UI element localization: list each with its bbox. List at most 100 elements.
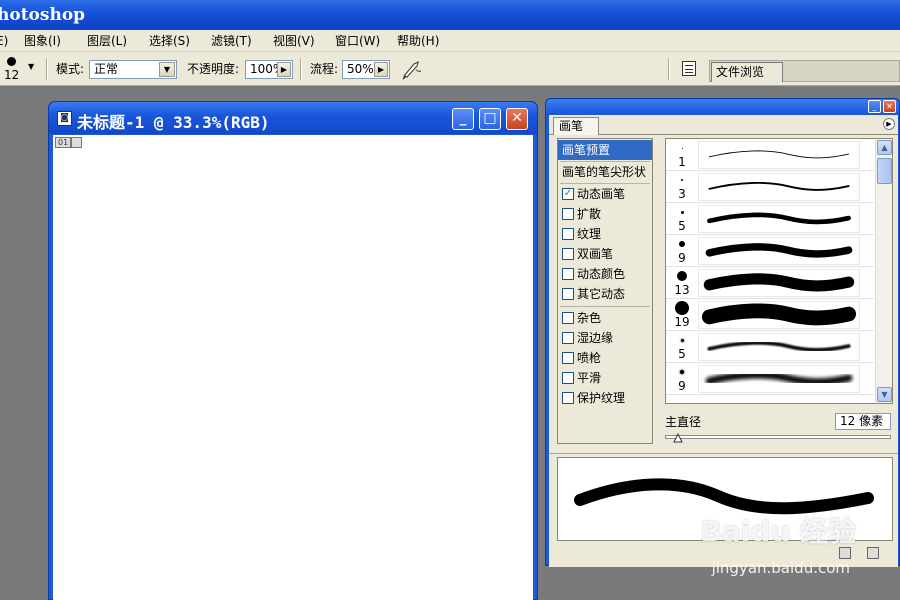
document-title-bar[interactable]: ◙ 未标题-1 @ 33.3%(RGB) _ □ ✕ bbox=[49, 102, 537, 134]
brush-stroke-sample bbox=[698, 205, 860, 233]
checkbox[interactable] bbox=[562, 228, 574, 240]
brushes-panel-title-bar[interactable]: _ ✕ bbox=[546, 99, 899, 114]
diameter-slider-track[interactable] bbox=[665, 435, 891, 439]
close-button[interactable]: ✕ bbox=[506, 108, 528, 130]
brush-stroke-sample bbox=[698, 365, 860, 393]
checkbox[interactable] bbox=[562, 248, 574, 260]
checkbox[interactable] bbox=[562, 268, 574, 280]
panel-menu-icon[interactable]: ▶ bbox=[883, 118, 895, 130]
minimize-button[interactable]: _ bbox=[452, 108, 474, 130]
mode-label: 模式: bbox=[56, 62, 85, 76]
tab-file-browser[interactable]: 文件浏览 bbox=[711, 62, 783, 82]
separator bbox=[668, 58, 670, 80]
brush-tip-icon bbox=[680, 338, 684, 342]
checkbox[interactable] bbox=[562, 208, 574, 220]
airbrush-icon[interactable] bbox=[400, 58, 424, 80]
document-canvas[interactable]: 01 bbox=[53, 135, 533, 600]
brush-preset-row[interactable]: 1 bbox=[666, 139, 874, 171]
menu-edit[interactable]: E) bbox=[0, 33, 8, 49]
menu-layer[interactable]: 图层(L) bbox=[87, 33, 127, 49]
brush-tip-icon bbox=[681, 147, 683, 149]
panel-close-button[interactable]: ✕ bbox=[883, 100, 896, 113]
sidebar-item-dual-brush[interactable]: 双画笔 bbox=[558, 244, 652, 264]
scroll-down-icon[interactable]: ▼ bbox=[877, 387, 892, 402]
panel-minimize-button[interactable]: _ bbox=[868, 100, 881, 113]
dropdown-arrow-icon: ▼ bbox=[28, 62, 35, 71]
mode-select[interactable]: 正常 ▼ bbox=[89, 60, 177, 79]
checkbox[interactable] bbox=[562, 392, 574, 404]
checkbox[interactable] bbox=[562, 332, 574, 344]
sidebar-item-noise[interactable]: 杂色 bbox=[558, 308, 652, 328]
brush-preset-row[interactable]: 9 bbox=[666, 235, 874, 267]
brush-picker[interactable]: 12 ▼ bbox=[2, 55, 42, 83]
menu-help[interactable]: 帮助(H) bbox=[397, 33, 439, 49]
brush-stroke-sample bbox=[698, 301, 860, 329]
menu-select[interactable]: 选择(S) bbox=[149, 33, 190, 49]
brush-tip-icon bbox=[677, 271, 687, 281]
sidebar-item-protect-texture[interactable]: 保护纹理 bbox=[558, 388, 652, 408]
brush-tip-icon bbox=[680, 210, 684, 214]
sidebar-item-brush-tip-shape[interactable]: 画笔的笔尖形状 bbox=[558, 162, 652, 182]
sidebar-item-label: 湿边缘 bbox=[577, 331, 614, 345]
sidebar-item-label: 画笔的笔尖形状 bbox=[562, 165, 647, 179]
brushes-panel[interactable]: _ ✕ 画笔 ▶ 画笔预置 画笔的笔尖形状 ✓ 动态画笔 扩散 纹理 双画笔 动态… bbox=[545, 98, 900, 567]
presets-scrollbar[interactable]: ▲ ▼ bbox=[875, 139, 892, 403]
sidebar-item-wet-edges[interactable]: 湿边缘 bbox=[558, 328, 652, 348]
brush-preset-row[interactable]: 3 bbox=[666, 171, 874, 203]
sidebar-item-label: 杂色 bbox=[577, 311, 602, 325]
chevron-right-icon[interactable]: ▶ bbox=[374, 62, 388, 77]
chevron-down-icon[interactable]: ▼ bbox=[159, 62, 175, 77]
maximize-button[interactable]: □ bbox=[479, 108, 501, 130]
menu-filter[interactable]: 滤镜(T) bbox=[211, 33, 252, 49]
app-title: hotoshop bbox=[0, 5, 86, 25]
checkbox[interactable] bbox=[562, 288, 574, 300]
master-diameter-field[interactable]: 12 像素 bbox=[835, 413, 891, 430]
checkbox-checked[interactable]: ✓ bbox=[562, 188, 574, 200]
tab-brushes[interactable]: 画笔 bbox=[553, 117, 599, 135]
brush-preset-row[interactable]: 13 bbox=[666, 267, 874, 299]
sidebar-item-shape-dynamics[interactable]: ✓ 动态画笔 bbox=[558, 184, 652, 204]
app-title-bar: hotoshop bbox=[0, 0, 900, 30]
sidebar-item-label: 动态画笔 bbox=[577, 187, 626, 201]
sidebar-item-other-dynamics[interactable]: 其它动态 bbox=[558, 284, 652, 304]
brush-size-label: 12 bbox=[4, 68, 20, 82]
brush-preset-row[interactable]: 5 bbox=[666, 203, 874, 235]
sidebar-item-texture[interactable]: 纹理 bbox=[558, 224, 652, 244]
menu-bar: E) 图象(I) 图层(L) 选择(S) 滤镜(T) 视图(V) 窗口(W) 帮… bbox=[0, 30, 900, 52]
menu-image[interactable]: 图象(I) bbox=[24, 33, 61, 49]
brush-size-label: 1 bbox=[678, 155, 686, 169]
sidebar-item-smoothing[interactable]: 平滑 bbox=[558, 368, 652, 388]
brush-preset-row[interactable]: 9 bbox=[666, 363, 874, 395]
brush-size-label: 5 bbox=[678, 219, 686, 233]
brush-tip-icon bbox=[681, 179, 683, 181]
brush-presets-list[interactable]: 9 5 19 13 9 5 3 1 ▲ ▼ bbox=[665, 138, 893, 404]
sidebar-item-airbrush[interactable]: 喷枪 bbox=[558, 348, 652, 368]
checkbox[interactable] bbox=[562, 372, 574, 384]
checkbox[interactable] bbox=[562, 312, 574, 324]
diameter-slider-knob[interactable] bbox=[672, 433, 683, 443]
sidebar-item-label: 扩散 bbox=[577, 207, 602, 221]
sidebar-item-scattering[interactable]: 扩散 bbox=[558, 204, 652, 224]
menu-window[interactable]: 窗口(W) bbox=[335, 33, 380, 49]
opacity-field[interactable]: 100% ▶ bbox=[245, 60, 293, 79]
scroll-up-icon[interactable]: ▲ bbox=[877, 140, 892, 155]
menu-view[interactable]: 视图(V) bbox=[273, 33, 315, 49]
separator bbox=[46, 58, 48, 80]
master-diameter-label: 主直径 bbox=[665, 415, 702, 429]
flow-value: 50% bbox=[347, 62, 374, 76]
chevron-right-icon[interactable]: ▶ bbox=[277, 62, 291, 77]
brush-settings-list: 画笔预置 画笔的笔尖形状 ✓ 动态画笔 扩散 纹理 双画笔 动态颜色 其它动态 杂… bbox=[557, 138, 653, 444]
brush-preset-row[interactable]: 5 bbox=[666, 331, 874, 363]
document-window[interactable]: ◙ 未标题-1 @ 33.3%(RGB) _ □ ✕ 01 bbox=[48, 101, 538, 600]
checkbox[interactable] bbox=[562, 352, 574, 364]
palette-well-icon[interactable] bbox=[682, 61, 696, 76]
brush-stroke-sample bbox=[698, 141, 860, 169]
trash-icon[interactable] bbox=[867, 547, 879, 559]
flow-field[interactable]: 50% ▶ bbox=[342, 60, 390, 79]
sidebar-item-brush-presets[interactable]: 画笔预置 bbox=[558, 140, 652, 160]
sidebar-item-label: 画笔预置 bbox=[562, 143, 611, 157]
sidebar-item-label: 保护纹理 bbox=[577, 391, 626, 405]
brush-preset-row[interactable]: 19 bbox=[666, 299, 874, 331]
sidebar-item-color-dynamics[interactable]: 动态颜色 bbox=[558, 264, 652, 284]
scroll-thumb[interactable] bbox=[877, 158, 892, 184]
